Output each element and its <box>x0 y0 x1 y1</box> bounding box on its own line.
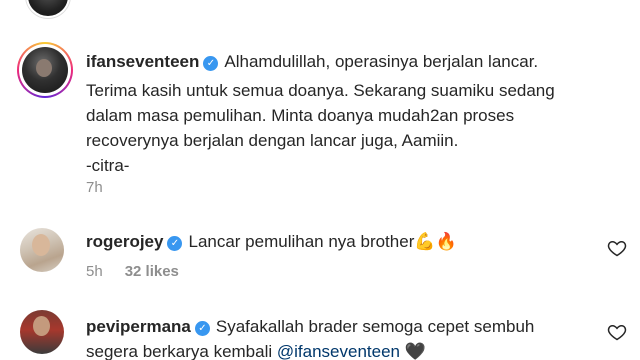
heart-outline-icon[interactable] <box>607 238 627 258</box>
mention-link[interactable]: @ifanseventeen <box>277 342 400 360</box>
comment-text: Lancar pemulihan nya brother <box>188 232 415 251</box>
username[interactable]: rogerojey <box>86 232 163 251</box>
comment-first-line: pevipermana ✓ Syafakallah brader semoga ce… <box>86 315 534 338</box>
comment-text: recoverynya berjalan dengan lancar juga,… <box>86 131 459 150</box>
verified-badge-icon: ✓ <box>203 56 219 71</box>
avatar[interactable] <box>20 228 64 272</box>
username[interactable]: pevipermana <box>86 317 191 336</box>
comment-text: -citra- <box>86 156 130 175</box>
avatar[interactable] <box>26 0 70 18</box>
comment-text: Syafakallah brader semoga cepet sembuh <box>215 317 535 336</box>
comment-text: dalam masa pemulihan. Minta doanya mudah… <box>86 106 515 125</box>
username[interactable]: ifanseventeen <box>86 52 199 71</box>
heart-outline-icon[interactable] <box>607 322 627 342</box>
comment-meta: 7h <box>86 179 103 196</box>
comment-second-line: segera berkarya kembali @ifanseventeen 🖤 <box>86 340 426 360</box>
comment-text: Alhamdulillah, operasinya berjalan lanca… <box>224 52 539 71</box>
verified-badge-icon: ✓ <box>194 321 210 336</box>
emoji: 💪🔥 <box>414 232 457 251</box>
likes-count[interactable]: 32 likes <box>125 263 179 280</box>
emoji: 🖤 <box>404 342 426 360</box>
timestamp[interactable]: 7h <box>86 179 103 196</box>
verified-badge-icon: ✓ <box>167 236 183 251</box>
comments-panel: ifanseventeen ✓ Alhamdulillah, operasinya … <box>0 0 640 360</box>
comment-text: Terima kasih untuk semua doanya. Sekaran… <box>86 81 555 100</box>
comment-first-line: rogerojey ✓ Lancar pemulihan nya brother💪🔥 <box>86 230 457 253</box>
comment-first-line: ifanseventeen ✓ Alhamdulillah, operasinya … <box>86 50 538 73</box>
comment-meta: 5h 32 likes <box>86 263 179 280</box>
comment-text: segera berkarya kembali <box>86 342 273 360</box>
timestamp[interactable]: 5h <box>86 263 103 280</box>
avatar[interactable] <box>22 47 68 93</box>
avatar[interactable] <box>20 310 64 354</box>
